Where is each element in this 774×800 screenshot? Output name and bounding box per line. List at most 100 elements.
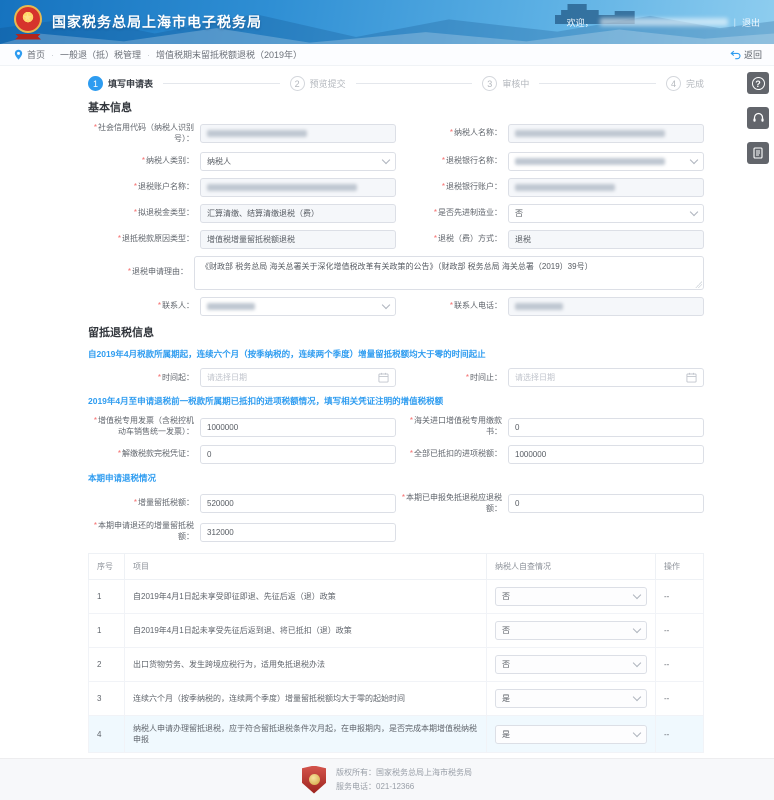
customer-service-icon[interactable] — [747, 107, 769, 129]
taxpayer-name-control — [508, 124, 704, 143]
breadcrumb-separator: · — [147, 50, 150, 60]
table-row: 4纳税人申请办理留抵退税，应于符合留抵退税条件次月起，在申报期内，是否完成本期增… — [89, 716, 704, 753]
applied-refund-amount-input[interactable]: 312000 — [200, 523, 396, 542]
customs-vat-payment-input[interactable]: 0 — [508, 418, 704, 437]
declared-exempt-refund-amount-label: *本期已申报免抵退税应退税额： — [396, 493, 508, 515]
refund-bank-name-input[interactable] — [508, 152, 704, 171]
form-row: *退税账户名称：*退税银行账户： — [88, 178, 704, 197]
page-footer: 版权所有：国家税务总局上海市税务局 服务电话：021-12366 — [0, 758, 774, 800]
refund-tax-type-control: 汇算清缴、结算清缴退税（费） — [200, 204, 396, 223]
step-1: 1填写申请表 — [88, 76, 153, 91]
welcome-name-redacted — [600, 18, 728, 26]
credit-code-input[interactable] — [200, 124, 396, 143]
taxpayer-type-input[interactable]: 纳税人 — [200, 152, 396, 171]
form-row: *拟退税金类型：汇算清缴、结算清缴退税（费）*是否先进制造业：否 — [88, 204, 704, 223]
breadcrumb-section[interactable]: 一般退（抵）税管理 — [60, 48, 141, 61]
refund-method-input[interactable]: 退税 — [508, 230, 704, 249]
refund-bank-name-control — [508, 152, 704, 171]
form-row: *解缴税款完税凭证：0*全部已抵扣的进项税额：1000000 — [88, 445, 704, 464]
redacted-value — [515, 303, 563, 310]
row-operation: -- — [656, 716, 704, 753]
step-number: 1 — [88, 76, 103, 91]
declared-exempt-refund-amount-control: 0 — [508, 494, 704, 513]
table-row: 1自2019年4月1日起未享受先征后返到退、将已抵扣（退）政策否-- — [89, 614, 704, 648]
step-2: 2 预览提交 — [290, 76, 346, 91]
chevron-down-icon — [382, 155, 390, 163]
period-start-field: *时间起：请选择日期 — [88, 368, 396, 387]
row-number: 1 — [89, 580, 125, 614]
period-start-label: *时间起： — [88, 373, 200, 384]
form-row: *退税申请理由：《财政部 税务总局 海关总署关于深化增值税改革有关政策的公告》（… — [88, 256, 704, 290]
self-check-select-1[interactable]: 否 — [495, 587, 647, 606]
self-check-item: 自2019年4月1日起未享受先征后返到退、将已抵扣（退）政策 — [125, 614, 487, 648]
redacted-value — [207, 303, 255, 310]
period-start-input[interactable]: 请选择日期 — [200, 368, 396, 387]
advanced-manufacturing-control: 否 — [508, 204, 704, 223]
step-connector — [539, 83, 656, 84]
refund-tax-type-input[interactable]: 汇算清缴、结算清缴退税（费） — [200, 204, 396, 223]
floating-toolbar: ? — [747, 72, 769, 164]
declared-exempt-refund-amount-input[interactable]: 0 — [508, 494, 704, 513]
self-check-select-2[interactable]: 否 — [495, 621, 647, 640]
refund-bank-account-control — [508, 178, 704, 197]
form-guide-icon[interactable] — [747, 142, 769, 164]
form-row: *本期申请退还的增量留抵税额：312000 — [88, 521, 704, 543]
contact-label: *联系人： — [88, 301, 200, 312]
incremental-credit-amount-input[interactable]: 520000 — [200, 494, 396, 513]
tax-payment-receipt-field: *解缴税款完税凭证：0 — [88, 445, 396, 464]
help-icon[interactable]: ? — [747, 72, 769, 94]
logout-link[interactable]: 退出 — [742, 16, 760, 29]
contact-phone-input[interactable] — [508, 297, 704, 316]
table-row: 3连续六个月（按季纳税的，连续两个季度）增量留抵税额均大于零的起始时间是 -- — [89, 682, 704, 716]
refund-method-field: *退税（费）方式：退税 — [396, 230, 704, 249]
refund-tax-type-label: *拟退税金类型： — [88, 208, 200, 219]
self-check-item: 纳税人申请办理留抵退税，应于符合留抵退税条件次月起，在申报期内，是否完成本期增值… — [125, 716, 487, 753]
refund-apply-reason-field: *退税申请理由：《财政部 税务总局 海关总署关于深化增值税改革有关政策的公告》（… — [88, 256, 704, 290]
period-end-input[interactable]: 请选择日期 — [508, 368, 704, 387]
contact-phone-label: *联系人电话： — [396, 301, 508, 312]
taxpayer-name-field: *纳税人名称： — [396, 123, 704, 145]
total-deducted-input-tax-input[interactable]: 1000000 — [508, 445, 704, 464]
form-row: *退抵税款原因类型：增值税增量留抵税额退税*退税（费）方式：退税 — [88, 230, 704, 249]
self-check-answer-cell: 否 — [487, 648, 656, 682]
self-check-item: 连续六个月（按季纳税的，连续两个季度）增量留抵税额均大于零的起始时间 — [125, 682, 487, 716]
contact-input[interactable] — [200, 297, 396, 316]
self-check-select-3[interactable]: 否 — [495, 655, 647, 674]
advanced-manufacturing-input[interactable]: 否 — [508, 204, 704, 223]
table-header-2: 项目 — [125, 554, 487, 580]
vat-special-invoice-field: *增值税专用发票（含税控机动车销售统一发票）：1000000 — [88, 416, 396, 438]
self-check-select-4[interactable]: 是 — [495, 689, 647, 708]
chevron-down-icon — [633, 693, 641, 701]
national-emblem-icon: ★ — [14, 5, 42, 33]
refund-account-name-label: *退税账户名称： — [88, 182, 200, 193]
refund-apply-reason-input[interactable]: 《财政部 税务总局 海关总署关于深化增值税改革有关政策的公告》（财政部 税务总局… — [194, 256, 704, 290]
refund-reason-type-input[interactable]: 增值税增量留抵税额退税 — [200, 230, 396, 249]
self-check-answer-cell: 是 — [487, 716, 656, 753]
self-check-select-5[interactable]: 是 — [495, 725, 647, 744]
vat-special-invoice-input[interactable]: 1000000 — [200, 418, 396, 437]
refund-apply-reason-label: *退税申请理由： — [88, 267, 194, 278]
step-label: 预览提交 — [310, 77, 346, 90]
tax-payment-receipt-input[interactable]: 0 — [200, 445, 396, 464]
chevron-down-icon — [382, 300, 390, 308]
row-operation: -- — [656, 648, 704, 682]
refund-account-name-input[interactable] — [200, 178, 396, 197]
row-number: 3 — [89, 682, 125, 716]
undo-icon — [730, 50, 741, 60]
step-number: 2 — [290, 76, 305, 91]
refund-account-name-control — [200, 178, 396, 197]
applied-refund-amount-field: *本期申请退还的增量留抵税额：312000 — [88, 521, 396, 543]
breadcrumb-home[interactable]: 首页 — [27, 48, 45, 61]
redacted-value — [515, 130, 665, 137]
self-check-item: 出口货物劳务、发生跨境应税行为，适用免抵退税办法 — [125, 648, 487, 682]
taxpayer-name-input[interactable] — [508, 124, 704, 143]
calendar-icon — [686, 372, 697, 383]
row-operation: -- — [656, 682, 704, 716]
chevron-down-icon — [633, 659, 641, 667]
refund-info-form: 自2019年4月税款所属期起，连续六个月（按季纳税的，连续两个季度）增量留抵税额… — [88, 349, 704, 543]
refund-bank-account-input[interactable] — [508, 178, 704, 197]
step-connector — [163, 83, 280, 84]
welcome-prefix: 欢迎， — [567, 16, 594, 29]
back-button[interactable]: 返回 — [730, 48, 762, 61]
credit-code-control — [200, 124, 396, 143]
